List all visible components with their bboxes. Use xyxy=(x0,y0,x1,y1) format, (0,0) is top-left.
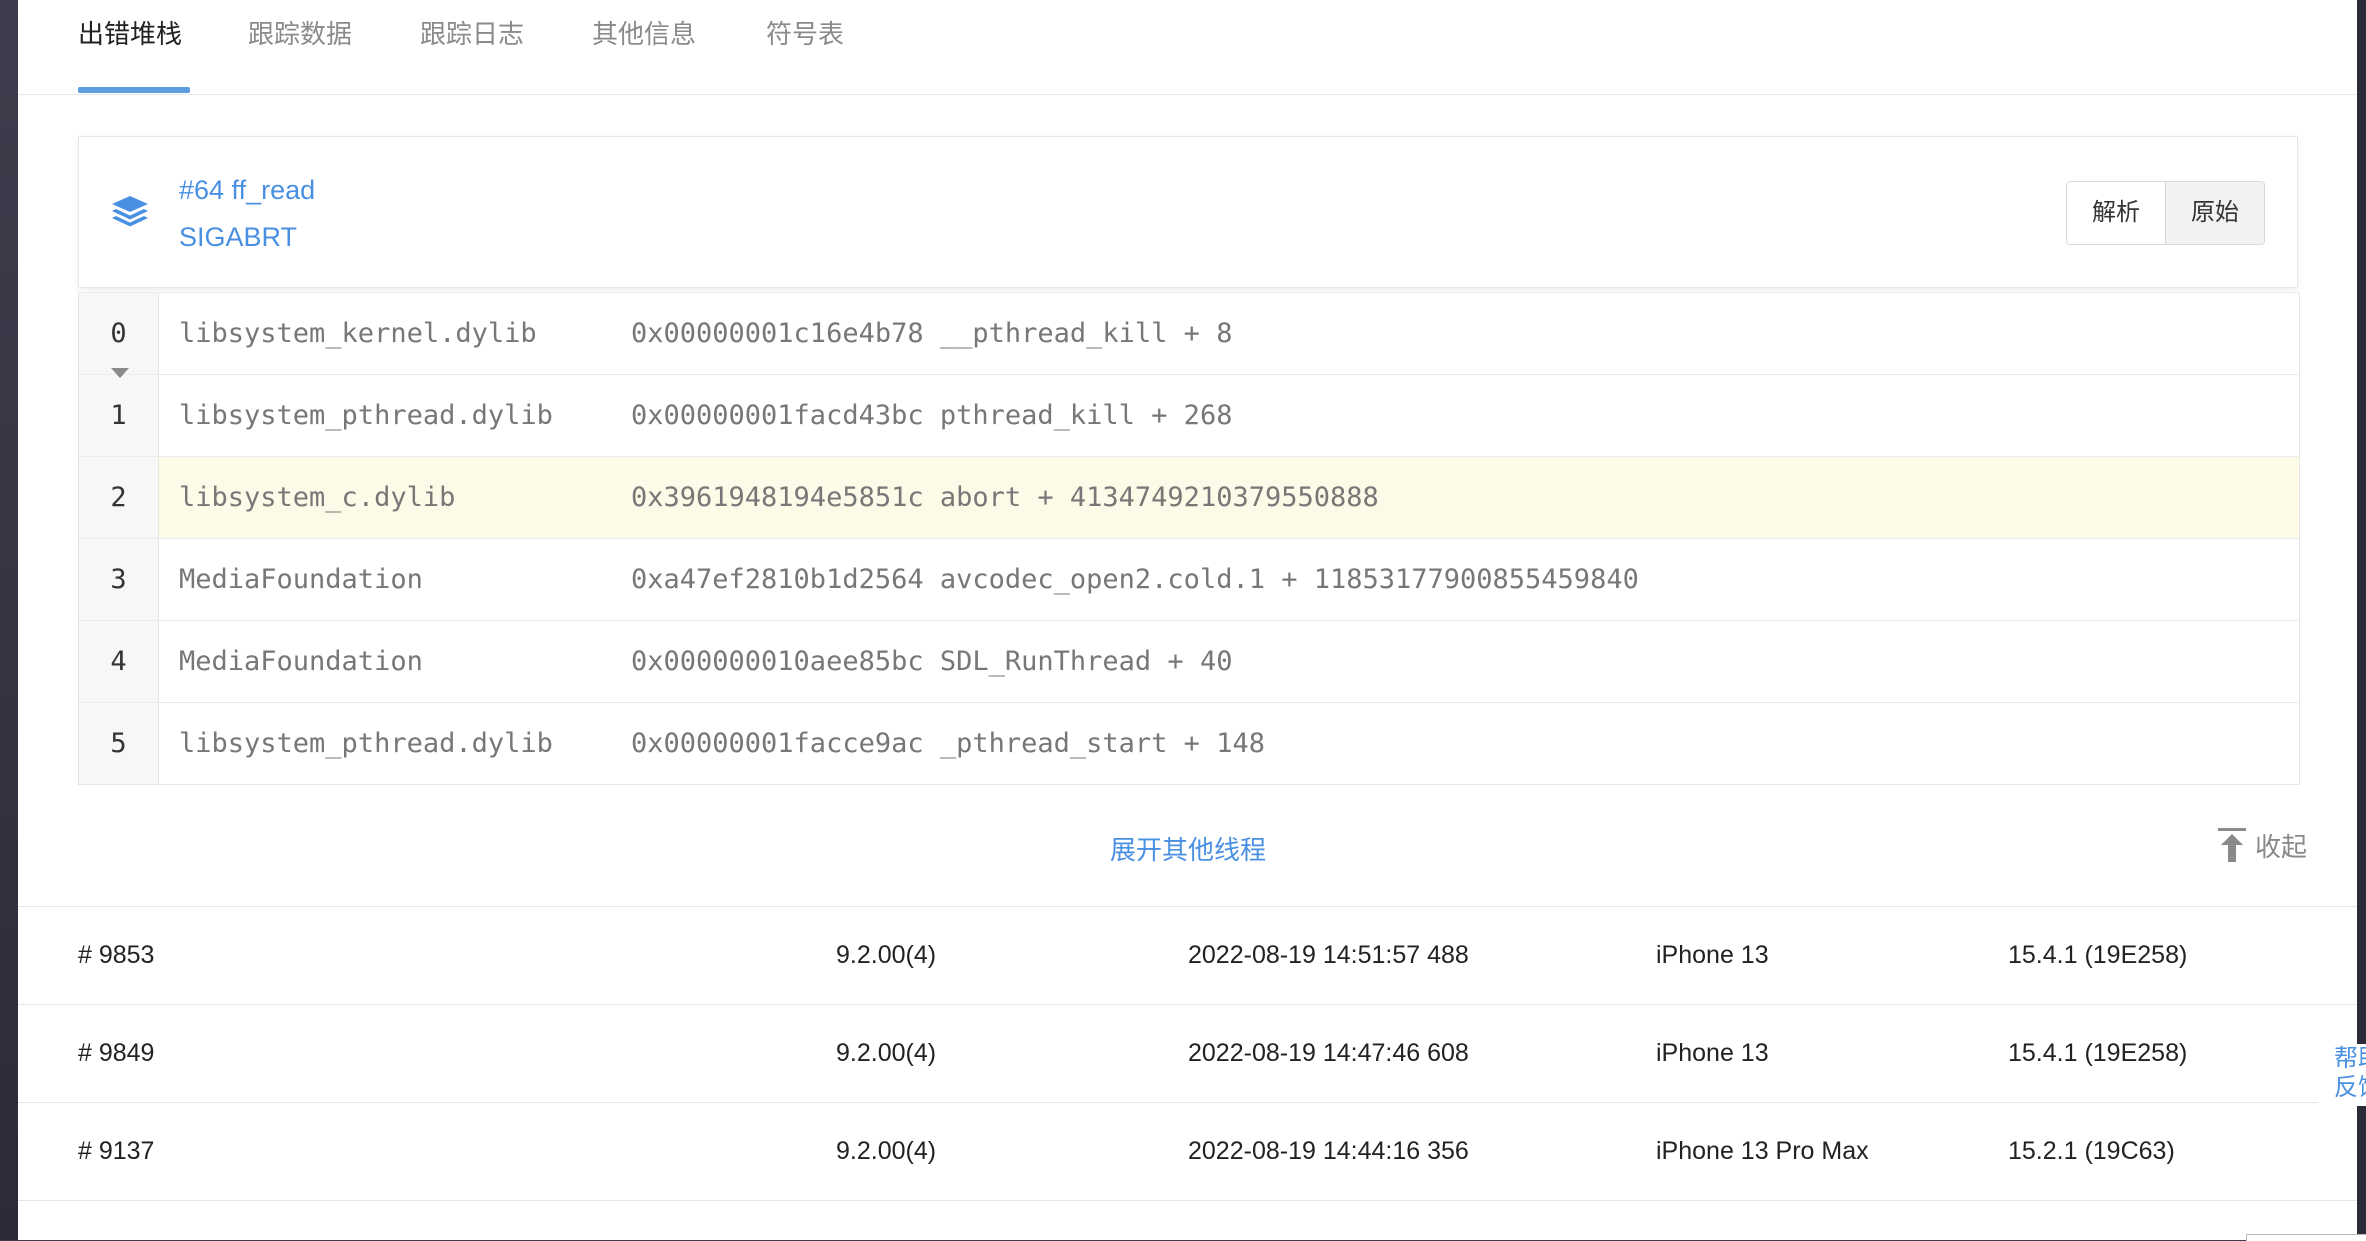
crash-id: # 9853 xyxy=(78,941,155,969)
device-model: iPhone 13 Pro Max xyxy=(1656,1137,1869,1165)
crash-id: # 9137 xyxy=(78,1137,155,1165)
tab-trace-log[interactable]: 跟踪日志 xyxy=(420,18,524,50)
expand-other-threads-link[interactable]: 展开其他线程 xyxy=(1110,830,1266,867)
stack-frame-row-highlighted[interactable]: 2 libsystem_c.dylib 0x3961948194e5851c a… xyxy=(79,456,2299,538)
stack-frame-row[interactable]: 1 libsystem_pthread.dylib 0x00000001facd… xyxy=(79,374,2299,456)
tab-error-stack[interactable]: 出错堆栈 xyxy=(78,18,182,50)
crash-time: 2022-08-19 14:44:16 356 xyxy=(1188,1137,1469,1165)
help-label: 帮助 xyxy=(2334,1045,2366,1072)
stack-header-card: #64 ff_read SIGABRT 解析 原始 xyxy=(78,136,2298,288)
collapse-button[interactable]: 收起 xyxy=(2217,826,2307,864)
crash-row[interactable]: # 9849 9.2.00(4) 2022-08-19 14:47:46 608… xyxy=(18,1005,2357,1103)
crash-list: # 9853 9.2.00(4) 2022-08-19 14:51:57 488… xyxy=(18,906,2357,1201)
view-mode-toggle: 解析 原始 xyxy=(2066,181,2265,245)
crash-row[interactable]: # 9853 9.2.00(4) 2022-08-19 14:51:57 488… xyxy=(18,907,2357,1005)
thread-title[interactable]: #64 ff_read xyxy=(179,175,315,206)
os-version: 15.2.1 (19C63) xyxy=(2008,1137,2175,1165)
tab-trace-data[interactable]: 跟踪数据 xyxy=(248,18,352,50)
frame-index: 0 xyxy=(79,293,159,374)
frame-library: libsystem_kernel.dylib xyxy=(179,318,537,349)
frame-index: 2 xyxy=(79,457,159,538)
frame-index: 3 xyxy=(79,539,159,620)
parsed-view-button[interactable]: 解析 xyxy=(2067,182,2165,244)
window-edge xyxy=(0,0,18,1240)
frame-index: 5 xyxy=(79,703,159,784)
stack-frame-row[interactable]: 3 MediaFoundation 0xa47ef2810b1d2564 avc… xyxy=(79,538,2299,620)
crash-row[interactable]: # 9137 9.2.00(4) 2022-08-19 14:44:16 356… xyxy=(18,1103,2357,1201)
frame-library: MediaFoundation xyxy=(179,564,423,595)
frame-library: MediaFoundation xyxy=(179,646,423,677)
collapse-label: 收起 xyxy=(2254,831,2307,862)
tab-other-info[interactable]: 其他信息 xyxy=(592,18,696,50)
stack-frame-row[interactable]: 4 MediaFoundation 0x000000010aee85bc SDL… xyxy=(79,620,2299,702)
layers-icon xyxy=(112,196,148,227)
active-tab-indicator xyxy=(78,87,190,93)
feedback-label: 反馈 xyxy=(2334,1074,2366,1101)
os-version: 15.4.1 (19E258) xyxy=(2008,941,2188,969)
tab-symbol-table[interactable]: 符号表 xyxy=(766,18,844,50)
frame-index: 4 xyxy=(79,621,159,702)
os-version: 15.4.1 (19E258) xyxy=(2008,1039,2188,1067)
stack-frames-table: 0 libsystem_kernel.dylib 0x00000001c16e4… xyxy=(78,292,2300,785)
device-model: iPhone 13 xyxy=(1656,941,1769,969)
frame-address: 0x00000001c16e4b78 __pthread_kill + 8 xyxy=(631,318,1233,349)
frame-address: 0x00000001facce9ac _pthread_start + 148 xyxy=(631,728,1265,759)
tab-bar: 出错堆栈 跟踪数据 跟踪日志 其他信息 符号表 xyxy=(18,0,2357,95)
crash-time: 2022-08-19 14:51:57 488 xyxy=(1188,941,1469,969)
frame-address: 0x000000010aee85bc SDL_RunThread + 40 xyxy=(631,646,1233,677)
frame-address: 0xa47ef2810b1d2564 avcodec_open2.cold.1 … xyxy=(631,564,1639,595)
app-version: 9.2.00(4) xyxy=(836,1039,937,1067)
caret-down-icon[interactable] xyxy=(111,368,129,378)
crash-time: 2022-08-19 14:47:46 608 xyxy=(1188,1039,1469,1067)
stack-frame-row[interactable]: 0 libsystem_kernel.dylib 0x00000001c16e4… xyxy=(79,292,2299,374)
device-model: iPhone 13 xyxy=(1656,1039,1769,1067)
help-feedback-tab[interactable]: 帮助 反馈 xyxy=(2318,1044,2366,1106)
frame-address: 0x00000001facd43bc pthread_kill + 268 xyxy=(631,400,1233,431)
stack-frame-row[interactable]: 5 libsystem_pthread.dylib 0x00000001facc… xyxy=(79,702,2299,784)
frame-address: 0x3961948194e5851c abort + 4134749210379… xyxy=(631,482,1379,513)
signal-label[interactable]: SIGABRT xyxy=(179,222,297,253)
frame-index: 1 xyxy=(79,375,159,456)
frame-library: libsystem_pthread.dylib xyxy=(179,400,553,431)
raw-view-button[interactable]: 原始 xyxy=(2165,182,2264,244)
crash-detail-panel: 出错堆栈 跟踪数据 跟踪日志 其他信息 符号表 #64 ff_read SIGA… xyxy=(18,0,2357,1240)
app-version: 9.2.00(4) xyxy=(836,1137,937,1165)
frame-library: libsystem_c.dylib xyxy=(179,482,456,513)
frame-library: libsystem_pthread.dylib xyxy=(179,728,553,759)
collapse-up-icon xyxy=(2217,828,2246,862)
app-version: 9.2.00(4) xyxy=(836,941,937,969)
crash-id: # 9849 xyxy=(78,1039,155,1067)
